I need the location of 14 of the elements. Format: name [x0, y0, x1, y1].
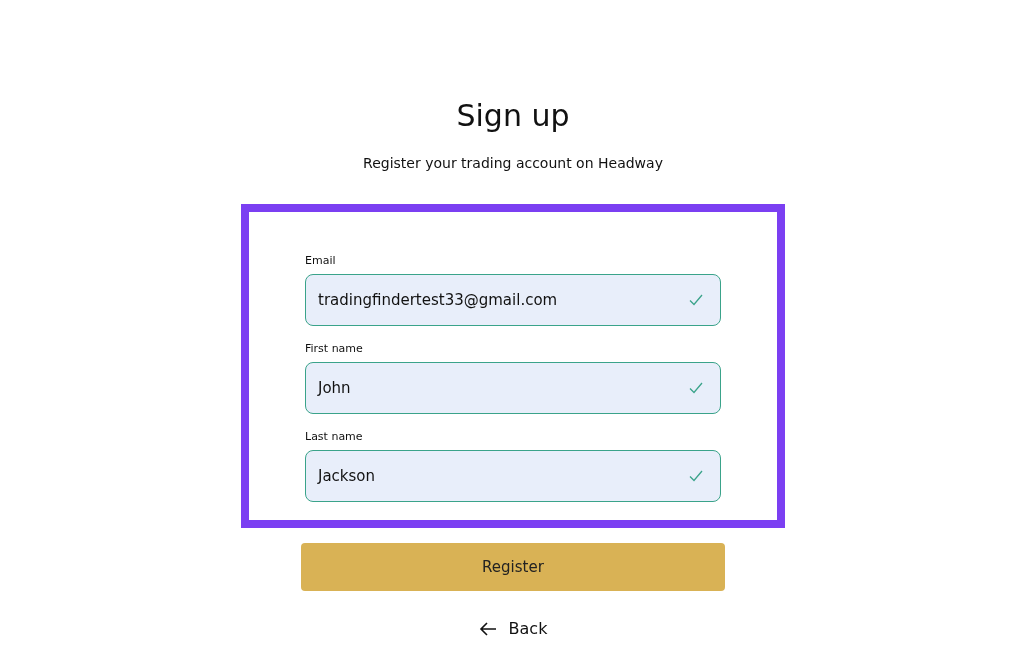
- checkmark-icon: [689, 382, 703, 394]
- checkmark-icon: [689, 470, 703, 482]
- input-field[interactable]: John: [305, 362, 721, 414]
- field-label: First name: [305, 342, 364, 356]
- field-label: Email: [305, 254, 337, 268]
- register-button[interactable]: Register: [301, 543, 725, 591]
- input-field[interactable]: Jackson: [305, 450, 721, 502]
- checkmark-icon: [689, 294, 703, 306]
- field-label: Last name: [305, 430, 364, 444]
- page-title: Sign up: [456, 97, 570, 135]
- back-link[interactable]: Back: [478, 619, 548, 638]
- input-field[interactable]: tradingfindertest33@gmail.com: [305, 274, 721, 326]
- arrow-left-icon: [478, 621, 497, 636]
- page-subtitle: Register your trading account on Headway: [363, 154, 663, 172]
